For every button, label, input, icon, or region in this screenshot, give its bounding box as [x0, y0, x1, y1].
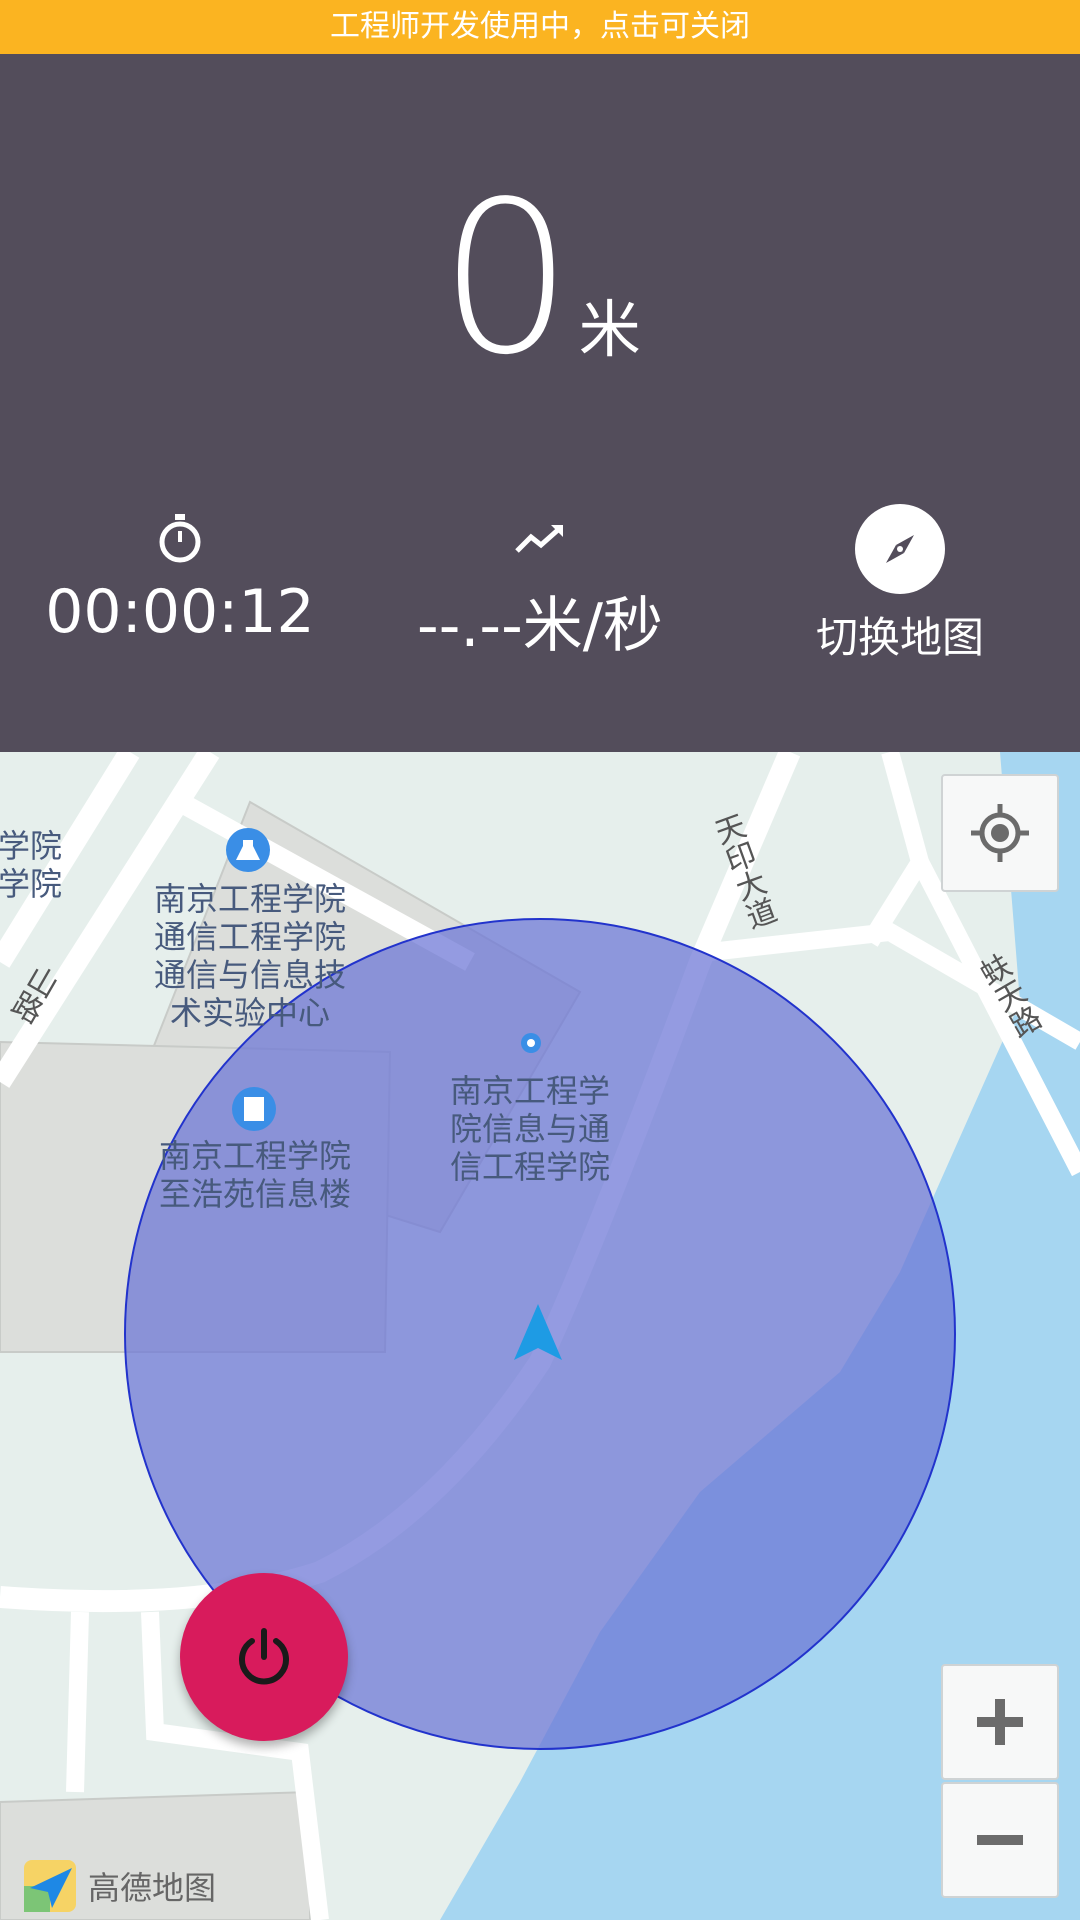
distance-unit: 米: [578, 293, 641, 366]
zoom-out-button[interactable]: [941, 1782, 1059, 1898]
stopwatch-icon: [0, 509, 360, 569]
amap-logo-icon: [24, 1860, 76, 1912]
zoom-in-button[interactable]: [941, 1664, 1059, 1780]
distance-value: 0: [439, 156, 573, 401]
map-view[interactable]: 南京工程学院 通信工程学院 通信与信息技 术实验中心 南京工程学 院信息与通 信…: [0, 752, 1080, 1920]
poi-label-edge: 学院 学院: [0, 827, 62, 903]
distance-display: 0米: [0, 174, 1080, 384]
duration-value: 00:00:12: [45, 577, 315, 647]
amap-logo: 高德地图: [22, 1858, 216, 1914]
poi-label-info-college[interactable]: 南京工程学 院信息与通 信工程学院: [440, 1072, 620, 1186]
amap-logo-text: 高德地图: [88, 1869, 217, 1907]
trending-up-icon: [360, 509, 720, 569]
compass-icon: [855, 504, 945, 594]
duration-stat: 00:00:12: [0, 509, 360, 647]
minus-icon: [977, 1835, 1023, 1845]
locate-button[interactable]: [941, 774, 1059, 892]
power-button[interactable]: [180, 1573, 348, 1741]
poi-label-info-building[interactable]: 南京工程学院 至浩苑信息楼: [130, 1137, 380, 1213]
switch-map-label: 切换地图: [815, 613, 984, 662]
stats-panel: 0米 00:00:12 --.--米/秒 切换地图: [0, 54, 1080, 752]
speed-stat: --.--米/秒: [360, 509, 720, 664]
speed-value: --.--米/秒: [417, 591, 663, 661]
power-icon: [239, 1628, 289, 1685]
locate-icon: [971, 804, 1029, 862]
switch-map-button[interactable]: 切换地图: [720, 504, 1080, 665]
plus-icon: [977, 1699, 1023, 1745]
poi-label-lab[interactable]: 南京工程学院 通信工程学院 通信与信息技 术实验中心: [130, 880, 370, 1032]
dev-mode-banner[interactable]: 工程师开发使用中，点击可关闭: [0, 0, 1080, 54]
